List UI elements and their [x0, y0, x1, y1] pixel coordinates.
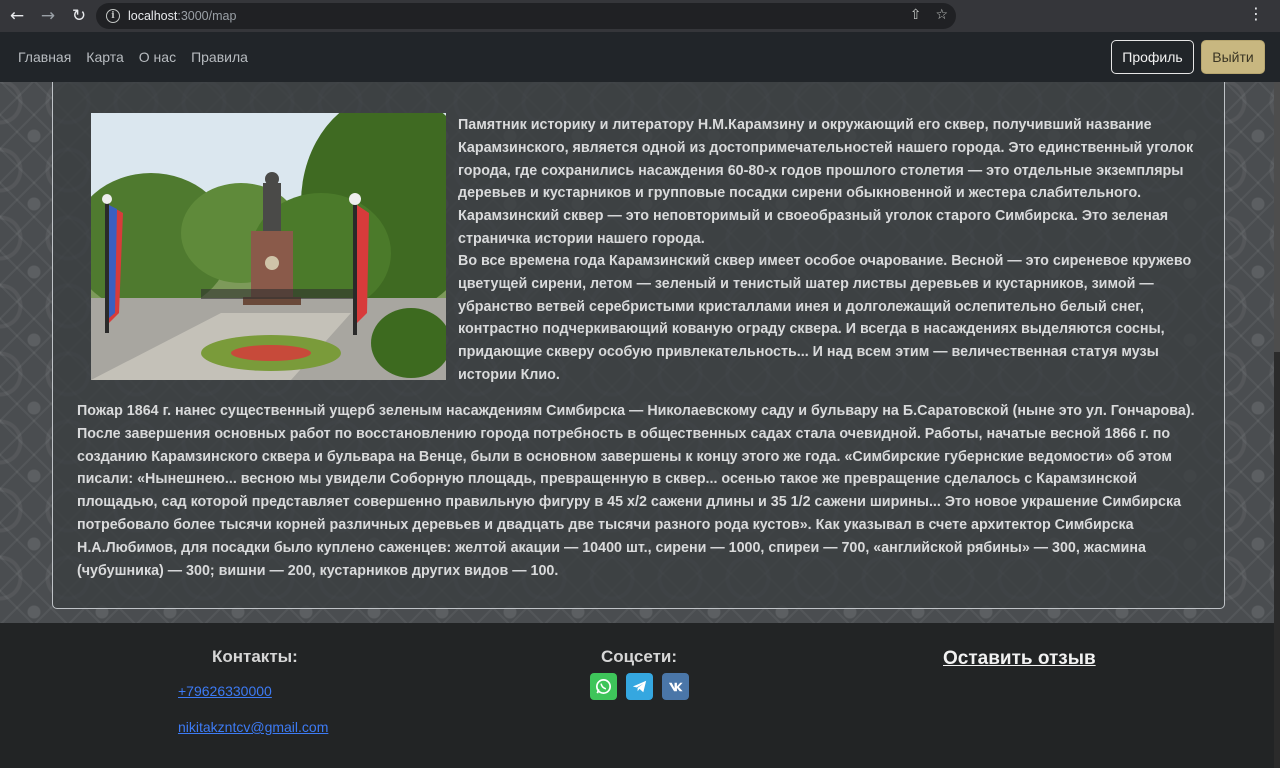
- nav-link-about[interactable]: О нас: [139, 49, 176, 65]
- profile-button[interactable]: Профиль: [1111, 40, 1194, 74]
- logout-button[interactable]: Выйти: [1201, 40, 1265, 74]
- browser-menu-icon[interactable]: ⋮: [1248, 6, 1264, 22]
- paragraph-seasons: Во все времена года Карамзинский сквер и…: [458, 253, 1192, 383]
- phone-link[interactable]: +79626330000: [178, 683, 272, 699]
- nav-link-home[interactable]: Главная: [18, 49, 71, 65]
- forward-arrow-icon[interactable]: →: [34, 2, 62, 30]
- contacts-title: Контакты:: [212, 647, 298, 666]
- reload-icon[interactable]: ↻: [65, 2, 93, 30]
- leave-review-link[interactable]: Оставить отзыв: [943, 648, 1096, 670]
- site-navbar: Главная Карта О нас Правила Профиль Выйт…: [0, 32, 1280, 82]
- site-info-icon[interactable]: i: [106, 9, 120, 23]
- scrollbar-thumb[interactable]: [1274, 82, 1280, 352]
- social-icons: [590, 673, 689, 700]
- url-path: :3000/map: [177, 9, 237, 23]
- nav-links: Главная Карта О нас Правила: [18, 49, 263, 65]
- nav-link-map[interactable]: Карта: [86, 49, 123, 65]
- browser-toolbar: ← → ↻ i localhost:3000/map ⇧ ☆ ⋮: [0, 0, 1280, 32]
- url-text: localhost:3000/map: [128, 9, 236, 23]
- photo-illustration: [91, 113, 446, 380]
- page-scrollbar[interactable]: [1274, 82, 1280, 768]
- vk-icon[interactable]: [662, 673, 689, 700]
- paragraph-history: Пожар 1864 г. нанес существенный ущерб з…: [77, 403, 1195, 579]
- site-footer: Контакты: +79626330000 nikitakzntcv@gmai…: [0, 623, 1274, 768]
- whatsapp-icon[interactable]: [590, 673, 617, 700]
- back-arrow-icon[interactable]: ←: [3, 2, 31, 30]
- url-host: localhost: [128, 9, 178, 23]
- karamzin-monument-photo: [91, 113, 446, 380]
- nav-link-rules[interactable]: Правила: [191, 49, 248, 65]
- telegram-icon[interactable]: [626, 673, 653, 700]
- social-title: Соцсети:: [601, 647, 678, 666]
- paragraph-monument-intro: Памятник историку и литератору Н.М.Карам…: [458, 117, 1194, 247]
- share-icon[interactable]: ⇧: [910, 7, 922, 23]
- email-link[interactable]: nikitakzntcv@gmail.com: [178, 719, 328, 735]
- address-bar[interactable]: i localhost:3000/map ⇧ ☆: [96, 3, 956, 29]
- content-card: Памятник историку и литератору Н.М.Карам…: [52, 82, 1225, 609]
- bookmark-star-icon[interactable]: ☆: [935, 7, 948, 23]
